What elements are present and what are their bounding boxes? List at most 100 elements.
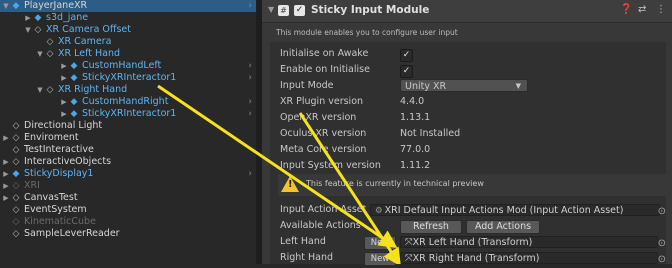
chevron-right-icon[interactable]: › [248,0,252,12]
cube-icon: ◆ [70,73,78,83]
expand-arrow-icon[interactable]: ▶ [2,168,10,180]
expand-arrow-icon[interactable]: ▶ [60,108,68,120]
enable-on-initialise-checkbox[interactable]: ✓ [400,65,413,78]
property-value: 77.0.0 [400,144,431,155]
chevron-right-icon[interactable]: › [248,168,252,180]
help-icon[interactable]: ❓ [620,4,632,15]
input-mode-dropdown[interactable]: Unity XR ▼ [400,79,528,92]
hierarchy-item-customhandleft[interactable]: ▶ ◆ CustomHandLeft › [0,60,256,72]
expand-arrow-icon[interactable]: ▶ [2,132,10,144]
property-oculus-xr-version: Oculus XR version Not Installed [262,126,672,142]
property-label: Left Hand [280,236,326,247]
property-value: 1.13.1 [400,112,431,123]
hierarchy-item-playerjanexr[interactable]: ▼ ◆ PlayerJaneXR › [0,0,256,12]
add-actions-button[interactable]: Add Actions [466,220,540,234]
asset-icon: ⚙ [375,206,383,216]
gameobject-icon: ◇ [46,49,54,59]
property-label: Meta Core version [280,144,367,155]
expand-arrow-icon[interactable]: ▼ [36,48,44,60]
expand-arrow-icon[interactable]: ▶ [24,12,32,24]
expand-arrow-icon[interactable]: ▶ [60,72,68,84]
expand-arrow-icon[interactable]: ▶ [2,180,10,192]
left-hand-new-button[interactable]: New [364,236,396,250]
hierarchy-item-s3d-jane[interactable]: ▶ ◆ s3d_jane [0,12,256,24]
hierarchy-item-enviroment[interactable]: ▶ ◇ Enviroment [0,132,256,144]
gameobject-icon: ◇ [12,121,20,131]
hierarchy-item-label: StickyDisplay1 [24,168,94,179]
property-input-mode: Input Mode Unity XR ▼ [262,78,672,94]
hierarchy-item-label: TestInteractive [24,144,94,155]
chevron-right-icon[interactable]: › [248,72,252,84]
property-label: OpenXR version [280,112,357,123]
hierarchy-item-xr-right-hand[interactable]: ▼ ◇ XR Right Hand [0,84,256,96]
dropdown-value: Unity XR [405,81,447,92]
component-title: Sticky Input Module [311,4,430,16]
hierarchy-item-label: CustomHandRight [82,96,169,107]
foldout-arrow-icon[interactable]: ▼ [268,5,274,14]
hierarchy-item-label: Directional Light [24,120,103,131]
property-label: Input System version [280,160,381,171]
chevron-right-icon[interactable]: › [248,60,252,72]
chevron-right-icon[interactable]: › [248,108,252,120]
hierarchy-item-stickydisplay1[interactable]: ▶ ◆ StickyDisplay1 › [0,168,256,180]
cube-icon: ◆ [12,1,20,11]
right-hand-field[interactable]: ⤧XR Right Hand (Transform) [400,252,658,264]
expand-arrow-icon[interactable]: ▶ [60,96,68,108]
input-action-asset-field[interactable]: ⚙ XRI Default Input Actions Mod (Input Ac… [370,204,660,216]
gameobject-icon: ◇ [12,205,20,215]
hierarchy-item-xr-camera[interactable]: ◇ XR Camera [0,36,256,48]
expand-arrow-icon[interactable]: ▶ [2,156,10,168]
hierarchy-item-label: XR Left Hand [58,48,121,59]
gameobject-icon: ◇ [12,145,20,155]
gameobject-icon: ◇ [12,229,20,239]
hierarchy-item-customhandright[interactable]: ▶ ◆ CustomHandRight › [0,96,256,108]
more-options-icon[interactable]: ⋮ [656,4,666,15]
hierarchy-item-directional-light[interactable]: ◇ Directional Light [0,120,256,132]
component-enabled-checkbox[interactable]: ✓ [294,5,305,16]
hierarchy-item-label: StickyXRInteractor1 [82,72,177,83]
dropdown-arrow-icon: ▼ [515,82,521,90]
hierarchy-item-xri[interactable]: ▶ ◇ XRI [0,180,256,192]
left-hand-field[interactable]: ⤧XR Left Hand (Transform) [400,236,658,248]
hierarchy-item-canvastest[interactable]: ▶ ◇ CanvasTest [0,192,256,204]
gameobject-icon: ◇ [12,157,20,167]
property-enable-on-initialise: Enable on Initialise ✓ [262,62,672,78]
field-value: XRI Default Input Actions Mod (Input Act… [384,205,624,216]
property-openxr-version: OpenXR version 1.13.1 [262,110,672,126]
expand-arrow-icon[interactable]: ▶ [60,60,68,72]
hierarchy-item-label: CanvasTest [24,192,78,203]
hierarchy-item-xr-left-hand[interactable]: ▼ ◇ XR Left Hand [0,48,256,60]
presets-icon[interactable]: ⇄ [638,4,646,15]
hierarchy-item-eventsystem[interactable]: ◇ EventSystem [0,204,256,216]
gameobject-icon: ◇ [34,25,42,35]
property-label: Initialise on Awake [280,48,369,59]
hierarchy-item-kinematiccube[interactable]: ◇ KinematicCube [0,216,256,228]
hierarchy-item-stickyxrinteractor1-right[interactable]: ▶ ◆ StickyXRInteractor1 › [0,108,256,120]
hierarchy-item-label: s3d_jane [46,12,89,23]
hierarchy-item-stickyxrinteractor1[interactable]: ▶ ◆ StickyXRInteractor1 › [0,72,256,84]
inspector-panel: ▼ # ✓ Sticky Input Module ❓ ⇄ ⋮ This mod… [262,0,672,266]
property-label: Input Action Asset [280,204,367,215]
hierarchy-item-label: CustomHandLeft [82,60,162,71]
expand-arrow-icon[interactable]: ▼ [2,0,10,12]
component-header[interactable]: ▼ # ✓ Sticky Input Module ❓ ⇄ ⋮ [262,0,672,23]
hierarchy-item-xr-camera-offset[interactable]: ▼ ◇ XR Camera Offset [0,24,256,36]
gameobject-icon: ◇ [46,85,54,95]
hierarchy-item-interactiveobjects[interactable]: ▶ ◇ InteractiveObjects [0,156,256,168]
transform-icon: ⤧ [405,253,413,264]
object-picker-icon[interactable]: ⊙ [658,252,666,268]
initialise-on-awake-checkbox[interactable]: ✓ [400,49,413,62]
refresh-button[interactable]: Refresh [400,220,462,234]
hierarchy-item-label: XR Camera [58,36,112,47]
expand-arrow-icon[interactable]: ▶ [2,192,10,204]
warning-text: This feature is currently in technical p… [306,179,484,188]
chevron-right-icon[interactable]: › [248,96,252,108]
hierarchy-item-label: XRI [24,180,40,191]
field-value: XR Right Hand (Transform) [412,253,540,264]
warning-box: ! This feature is currently in technical… [278,174,666,196]
hierarchy-item-sampleleverreader[interactable]: ◇ SampleLeverReader [0,228,256,240]
property-left-hand: Left Hand New ⤧XR Left Hand (Transform) … [262,234,672,250]
hierarchy-item-testinteractive[interactable]: ◇ TestInteractive [0,144,256,156]
expand-arrow-icon[interactable]: ▼ [24,24,32,36]
expand-arrow-icon[interactable]: ▼ [36,84,44,96]
